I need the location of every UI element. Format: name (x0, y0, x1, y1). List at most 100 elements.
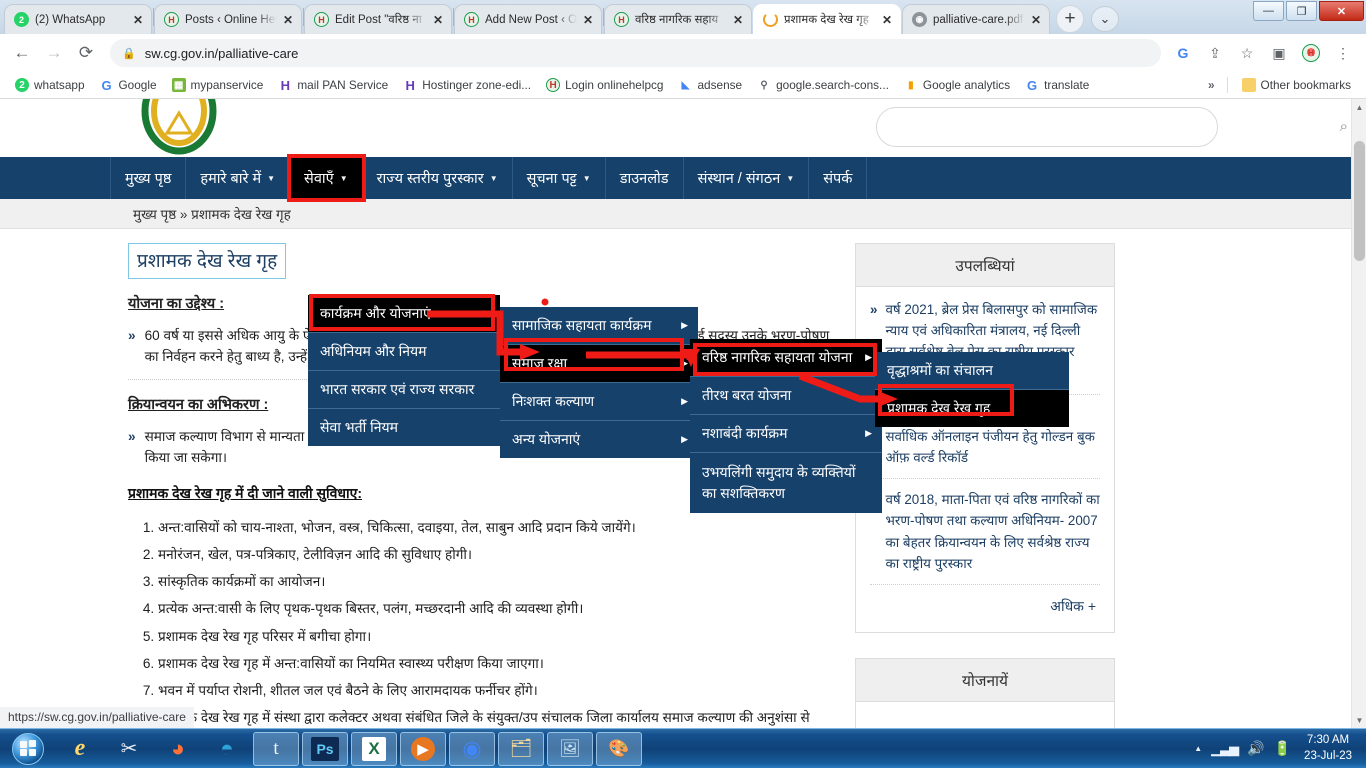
excel-icon[interactable]: X (351, 731, 397, 766)
scroll-up-icon[interactable]: ▲ (1352, 99, 1366, 115)
browser-tab[interactable]: H Posts ‹ Online Hel ✕ (154, 4, 302, 34)
nav-item-institutions[interactable]: संस्थान / संगठन ▼ (684, 157, 810, 199)
menu-item-old-age-homes[interactable]: वृद्धाश्रमों का संचालन (875, 352, 1069, 390)
google-lens-icon[interactable]: G (1171, 41, 1195, 65)
chevron-down-icon: ▼ (339, 173, 348, 183)
bookmark-label: mail PAN Service (297, 78, 389, 92)
menu-item-social-assistance[interactable]: सामाजिक सहायता कार्यक्रम ▶ (500, 307, 698, 345)
forward-icon[interactable]: → (40, 39, 68, 67)
close-icon[interactable]: ✕ (433, 13, 445, 27)
bookmark-item[interactable]: ◣ adsense (672, 76, 748, 94)
browser-tab-active[interactable]: प्रशामक देख रेख गृह ✕ (753, 4, 901, 34)
bookmark-item[interactable]: H Hostinger zone-edi... (397, 76, 537, 94)
bookmark-star-icon[interactable]: ☆ (1235, 41, 1259, 65)
browser-tab[interactable]: H वरिष्ठ नागरिक सहाय ✕ (604, 4, 752, 34)
menu-item-senior-citizen-scheme[interactable]: वरिष्ठ नागरिक सहायता योजना ▶ (690, 339, 882, 377)
bookmark-item[interactable]: ▦ mypanservice (166, 76, 270, 94)
close-button[interactable]: ✕ (1319, 1, 1364, 21)
photo-viewer-icon[interactable]: 🖼 (547, 731, 593, 766)
media-player-icon[interactable]: ▶ (400, 731, 446, 766)
nav-item-home[interactable]: मुख्य पृष्ठ (110, 157, 187, 199)
share-icon[interactable]: ⇪ (1203, 41, 1227, 65)
nav-item-services[interactable]: सेवाएँ ▼ (287, 154, 366, 202)
other-bookmarks-label: Other bookmarks (1260, 78, 1351, 92)
bookmark-item[interactable]: ⚲ google.search-cons... (751, 76, 895, 94)
chrome-menu-icon[interactable]: ⋮ (1331, 41, 1355, 65)
bookmark-item[interactable]: H Login onlinehelpcg (540, 76, 669, 94)
taskbar-clock[interactable]: 7:30 AM 23-Jul-23 (1300, 733, 1360, 764)
browser-tab[interactable]: H Edit Post "वरिष्ठ ना ✕ (304, 4, 452, 34)
bookmark-item[interactable]: 2 whatsapp (9, 76, 91, 94)
bookmarks-overflow-icon[interactable]: » (1208, 78, 1219, 92)
menu-item-transgender-empowerment[interactable]: उभयलिंगी समुदाय के व्यक्तियों का सशक्तिक… (690, 453, 882, 513)
achievements-more-link[interactable]: अधिक + (870, 595, 1100, 626)
scroll-down-icon[interactable]: ▼ (1352, 712, 1366, 728)
new-tab-button[interactable]: + (1056, 5, 1084, 33)
wordpress-icon: H (314, 12, 329, 27)
tally-icon[interactable]: t (253, 731, 299, 766)
menu-item-govt-of-india-state[interactable]: भारत सरकार एवं राज्य सरकार (308, 371, 500, 409)
whatsapp-icon: 2 (15, 78, 29, 92)
side-panel-icon[interactable]: ▣ (1267, 41, 1291, 65)
bookmark-item[interactable]: H mail PAN Service (272, 76, 394, 94)
bookmark-item[interactable]: G translate (1019, 76, 1095, 94)
volume-icon[interactable]: 🔊 (1247, 740, 1264, 757)
address-bar[interactable]: 🔒 sw.cg.gov.in/palliative-care (110, 39, 1161, 67)
close-icon[interactable]: ✕ (1031, 13, 1043, 27)
menu-item-disabled-welfare[interactable]: निःशक्त कल्याण ▶ (500, 383, 698, 421)
close-icon[interactable]: ✕ (733, 13, 745, 27)
close-icon[interactable]: ✕ (882, 13, 894, 27)
battery-icon[interactable]: 🔋 (1274, 740, 1291, 757)
edge-icon[interactable]: ◓ (204, 732, 250, 766)
schemes-title: योजनायें (856, 658, 1114, 702)
network-signal-icon[interactable]: ▁▃▅ (1211, 741, 1239, 757)
close-icon[interactable]: ✕ (583, 13, 595, 27)
close-icon[interactable]: ✕ (133, 13, 145, 27)
menu-item-programs-schemes[interactable]: कार्यक्रम और योजनाएं ▶ (308, 295, 500, 333)
photoshop-icon[interactable]: Ps (302, 731, 348, 766)
chevron-down-icon: ▼ (489, 173, 498, 183)
search-icon[interactable]: ⌕ (1340, 118, 1348, 135)
nav-item-notice-board[interactable]: सूचना पट्ट ▼ (513, 157, 606, 199)
profile-avatar[interactable]: H (1299, 41, 1323, 65)
lock-icon: 🔒 (122, 47, 136, 60)
reload-icon[interactable]: ⟳ (72, 39, 100, 67)
other-bookmarks-button[interactable]: Other bookmarks (1236, 76, 1357, 94)
chrome-icon[interactable]: ◉ (449, 731, 495, 766)
bookmark-label: Hostinger zone-edi... (422, 78, 532, 92)
menu-item-service-recruitment-rules[interactable]: सेवा भर्ती नियम (308, 409, 500, 446)
snipping-tool-icon[interactable]: ✂ (106, 732, 152, 766)
back-icon[interactable]: ← (8, 39, 36, 67)
menu-item-prohibition-program[interactable]: नशाबंदी कार्यक्रम ▶ (690, 415, 882, 453)
file-explorer-icon[interactable]: 🗂 (498, 731, 544, 766)
nav-label: राज्य स्तरीय पुरस्कार (376, 171, 484, 187)
tab-search-icon[interactable]: ⌄ (1091, 6, 1119, 32)
chevron-right-icon: ▶ (681, 358, 688, 368)
nav-item-contact[interactable]: संपर्क (809, 157, 868, 199)
menu-item-other-schemes[interactable]: अन्य योजनाएं ▶ (500, 421, 698, 458)
bookmark-item[interactable]: G Google (94, 76, 163, 94)
bookmark-item[interactable]: ▮ Google analytics (898, 76, 1016, 94)
menu-item-tirath-barat-scheme[interactable]: तीरथ बरत योजना (690, 377, 882, 415)
maximize-button[interactable]: ❐ (1286, 1, 1317, 21)
firefox-icon[interactable]: ◕ (155, 732, 201, 766)
paint-icon[interactable]: 🎨 (596, 731, 642, 766)
menu-item-acts-rules[interactable]: अधिनियम और नियम (308, 333, 500, 371)
nav-item-about[interactable]: हमारे बारे में ▼ (186, 157, 291, 199)
page-scrollbar[interactable]: ▲ ▼ (1351, 99, 1366, 728)
browser-tab[interactable]: 2 (2) WhatsApp ✕ (4, 4, 152, 34)
internet-explorer-icon[interactable]: e (57, 732, 103, 766)
nav-item-state-awards[interactable]: राज्य स्तरीय पुरस्कार ▼ (363, 157, 513, 199)
scrollbar-thumb[interactable] (1354, 141, 1365, 261)
menu-item-social-defence[interactable]: समाज रक्षा ▶ (500, 345, 698, 383)
browser-tab[interactable]: H Add New Post ‹ O ✕ (454, 4, 602, 34)
minimize-button[interactable]: — (1253, 1, 1284, 21)
close-icon[interactable]: ✕ (283, 13, 295, 27)
menu-item-palliative-care-home[interactable]: प्रशामक देख रेख गृह (875, 390, 1069, 427)
nav-item-download[interactable]: डाउनलोड (606, 157, 684, 199)
start-button[interactable] (2, 730, 54, 768)
site-search-input[interactable] (876, 107, 1218, 147)
browser-tab[interactable]: ◉ palliative-care.pdf ✕ (902, 4, 1050, 34)
show-hidden-icons-icon[interactable]: ▲ (1194, 744, 1202, 753)
bookmark-label: mypanservice (190, 78, 264, 92)
